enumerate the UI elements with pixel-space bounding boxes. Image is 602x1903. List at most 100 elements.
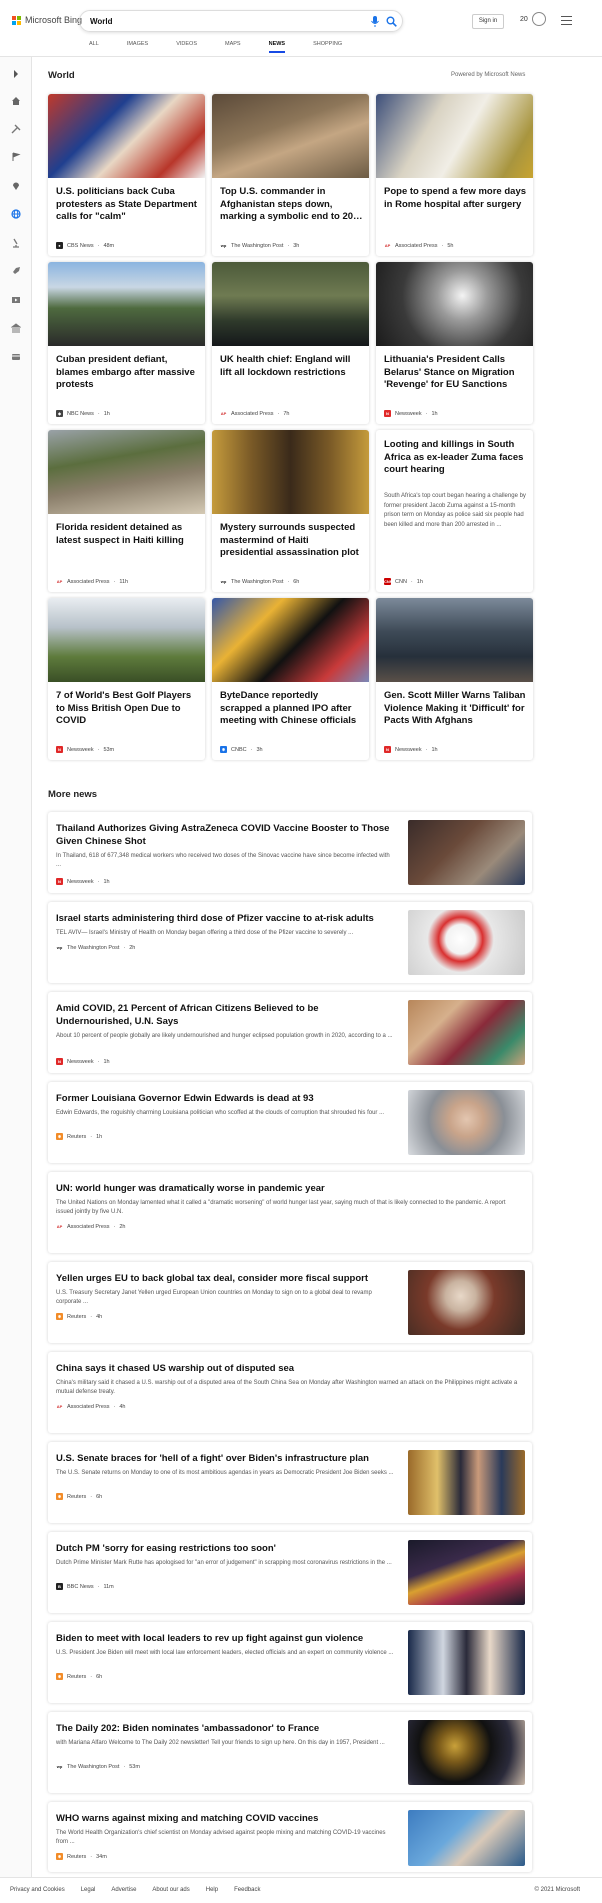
news-list-item[interactable]: Amid COVID, 21 Percent of African Citize…: [48, 992, 532, 1073]
news-title[interactable]: U.S. Senate braces for 'hell of a fight'…: [56, 1452, 396, 1465]
news-title[interactable]: Yellen urges EU to back global tax deal,…: [56, 1272, 396, 1285]
associated-press-logo-icon: AP: [220, 410, 227, 417]
globe-icon[interactable]: [10, 208, 22, 220]
news-card[interactable]: Florida resident detained as latest susp…: [48, 430, 205, 592]
search-input[interactable]: [90, 15, 330, 28]
news-list-item[interactable]: Biden to meet with local leaders to rev …: [48, 1622, 532, 1703]
card-title[interactable]: Pope to spend a few more days in Rome ho…: [384, 186, 527, 211]
section-title-more-news: More news: [48, 789, 98, 800]
news-snippet: U.S. President Joe Biden will meet with …: [56, 1650, 394, 1656]
tab-maps[interactable]: MAPS: [225, 41, 241, 53]
news-snippet: The U.S. Senate returns on Monday to one…: [56, 1470, 394, 1476]
card-title[interactable]: Lithuania's President Calls Belarus' Sta…: [384, 354, 527, 392]
tab-all[interactable]: ALL: [89, 41, 99, 53]
news-card[interactable]: Gen. Scott Miller Warns Taliban Violence…: [376, 598, 533, 760]
news-source: ✱ Reuters · 1h: [56, 1133, 103, 1140]
hamburger-menu-icon[interactable]: [561, 16, 572, 25]
sign-in-button[interactable]: Sign in: [472, 14, 504, 29]
news-card[interactable]: Lithuania's President Calls Belarus' Sta…: [376, 262, 533, 424]
news-card[interactable]: Cuban president defiant, blames embargo …: [48, 262, 205, 424]
chevron-right-icon[interactable]: [10, 68, 22, 80]
news-card[interactable]: Mystery surrounds suspected mastermind o…: [212, 430, 369, 592]
footer-link-privacy[interactable]: Privacy and Cookies: [10, 1887, 65, 1893]
news-title[interactable]: Thailand Authorizes Giving AstraZeneca C…: [56, 822, 396, 848]
bank-icon[interactable]: [10, 322, 22, 334]
microphone-icon[interactable]: [370, 16, 380, 27]
news-title[interactable]: The Daily 202: Biden nominates 'ambassad…: [56, 1722, 396, 1735]
news-title[interactable]: Former Louisiana Governor Edwin Edwards …: [56, 1092, 396, 1105]
news-card[interactable]: Top U.S. commander in Afghanistan steps …: [212, 94, 369, 256]
news-card[interactable]: UK health chief: England will lift all l…: [212, 262, 369, 424]
card-title[interactable]: Top U.S. commander in Afghanistan steps …: [220, 186, 363, 224]
card-title[interactable]: Cuban president defiant, blames embargo …: [56, 354, 199, 392]
news-snippet: Edwin Edwards, the roguishly charming Lo…: [56, 1110, 385, 1116]
tab-images[interactable]: IMAGES: [127, 41, 148, 53]
rewards-points[interactable]: 20: [520, 16, 528, 23]
card-title[interactable]: UK health chief: England will lift all l…: [220, 354, 363, 379]
card-title[interactable]: Mystery surrounds suspected mastermind o…: [220, 522, 363, 560]
news-list-item[interactable]: Israel starts administering third dose o…: [48, 902, 532, 983]
tab-shopping[interactable]: SHOPPING: [313, 41, 342, 53]
footer-link-advertise[interactable]: Advertise: [111, 1887, 136, 1893]
card-title[interactable]: Looting and killings in South Africa as …: [384, 439, 527, 477]
scope-tabs: ALL IMAGES VIDEOS MAPS NEWS SHOPPING: [89, 41, 370, 53]
news-card[interactable]: 7 of World's Best Golf Players to Miss B…: [48, 598, 205, 760]
footer-link-help[interactable]: Help: [206, 1887, 218, 1893]
tab-news[interactable]: NEWS: [268, 41, 286, 53]
news-list-item[interactable]: China says it chased US warship out of d…: [48, 1352, 532, 1433]
news-source: N Newsweek · 1h: [56, 878, 110, 885]
news-title[interactable]: UN: world hunger was dramatically worse …: [56, 1182, 524, 1195]
news-source: AP Associated Press · 4h: [56, 1403, 126, 1410]
news-snippet: with Mariana Alfaro Welcome to The Daily…: [56, 1740, 385, 1746]
tab-videos[interactable]: VIDEOS: [176, 41, 197, 53]
footer-link-about-ads[interactable]: About our ads: [152, 1887, 189, 1893]
news-thumbnail: [408, 1000, 525, 1065]
news-title[interactable]: Israel starts administering third dose o…: [56, 912, 396, 925]
news-list-item[interactable]: Thailand Authorizes Giving AstraZeneca C…: [48, 812, 532, 893]
card-title[interactable]: 7 of World's Best Golf Players to Miss B…: [56, 690, 199, 728]
news-title[interactable]: Biden to meet with local leaders to rev …: [56, 1632, 396, 1645]
card-title[interactable]: ByteDance reportedly scrapped a planned …: [220, 690, 363, 728]
film-icon[interactable]: [10, 294, 22, 306]
news-thumbnail: [408, 820, 525, 885]
footer-link-feedback[interactable]: Feedback: [234, 1887, 260, 1893]
news-list-item[interactable]: WHO warns against mixing and matching CO…: [48, 1802, 532, 1872]
powered-by-label: Powered by Microsoft News: [451, 72, 526, 78]
news-list-item[interactable]: The Daily 202: Biden nominates 'ambassad…: [48, 1712, 532, 1793]
rewards-medal-icon[interactable]: [532, 12, 546, 26]
news-source: B BBC News · 11m: [56, 1583, 114, 1590]
flag-icon[interactable]: [10, 151, 22, 163]
news-title[interactable]: Dutch PM 'sorry for easing restrictions …: [56, 1542, 396, 1555]
footer-link-legal[interactable]: Legal: [81, 1887, 96, 1893]
washington-post-logo-icon: wp: [220, 242, 227, 249]
news-title[interactable]: WHO warns against mixing and matching CO…: [56, 1812, 396, 1825]
card-title[interactable]: Florida resident detained as latest susp…: [56, 522, 199, 547]
tools-icon[interactable]: [10, 123, 22, 135]
search-box[interactable]: [79, 10, 403, 32]
news-title[interactable]: Amid COVID, 21 Percent of African Citize…: [56, 1002, 396, 1028]
news-list-item[interactable]: Dutch PM 'sorry for easing restrictions …: [48, 1532, 532, 1613]
card-title[interactable]: Gen. Scott Miller Warns Taliban Violence…: [384, 690, 527, 728]
news-card[interactable]: ByteDance reportedly scrapped a planned …: [212, 598, 369, 760]
news-card[interactable]: Looting and killings in South Africa as …: [376, 430, 533, 592]
home-icon[interactable]: [10, 95, 22, 107]
news-card[interactable]: Pope to spend a few more days in Rome ho…: [376, 94, 533, 256]
news-title[interactable]: China says it chased US warship out of d…: [56, 1362, 524, 1375]
newsweek-logo-icon: N: [56, 1058, 63, 1065]
card-title[interactable]: U.S. politicians back Cuba protesters as…: [56, 186, 199, 224]
news-thumbnail: [408, 1270, 525, 1335]
card-source: wp The Washington Post · 3h: [220, 242, 300, 249]
cnn-logo-icon: CNN: [384, 578, 393, 585]
news-list-item[interactable]: Yellen urges EU to back global tax deal,…: [48, 1262, 532, 1343]
news-list-item[interactable]: U.S. Senate braces for 'hell of a fight'…: [48, 1442, 532, 1523]
microscope-icon[interactable]: [10, 237, 22, 249]
card-source: CNN CNN · 1h: [384, 578, 423, 585]
rocket-icon[interactable]: [10, 265, 22, 277]
news-card[interactable]: U.S. politicians back Cuba protesters as…: [48, 94, 205, 256]
bing-logo[interactable]: Microsoft Bing: [12, 15, 82, 25]
news-list-item[interactable]: UN: world hunger was dramatically worse …: [48, 1172, 532, 1253]
card-icon[interactable]: [10, 351, 22, 363]
location-icon[interactable]: [10, 180, 22, 192]
news-list-item[interactable]: Former Louisiana Governor Edwin Edwards …: [48, 1082, 532, 1163]
search-icon[interactable]: [386, 16, 397, 27]
